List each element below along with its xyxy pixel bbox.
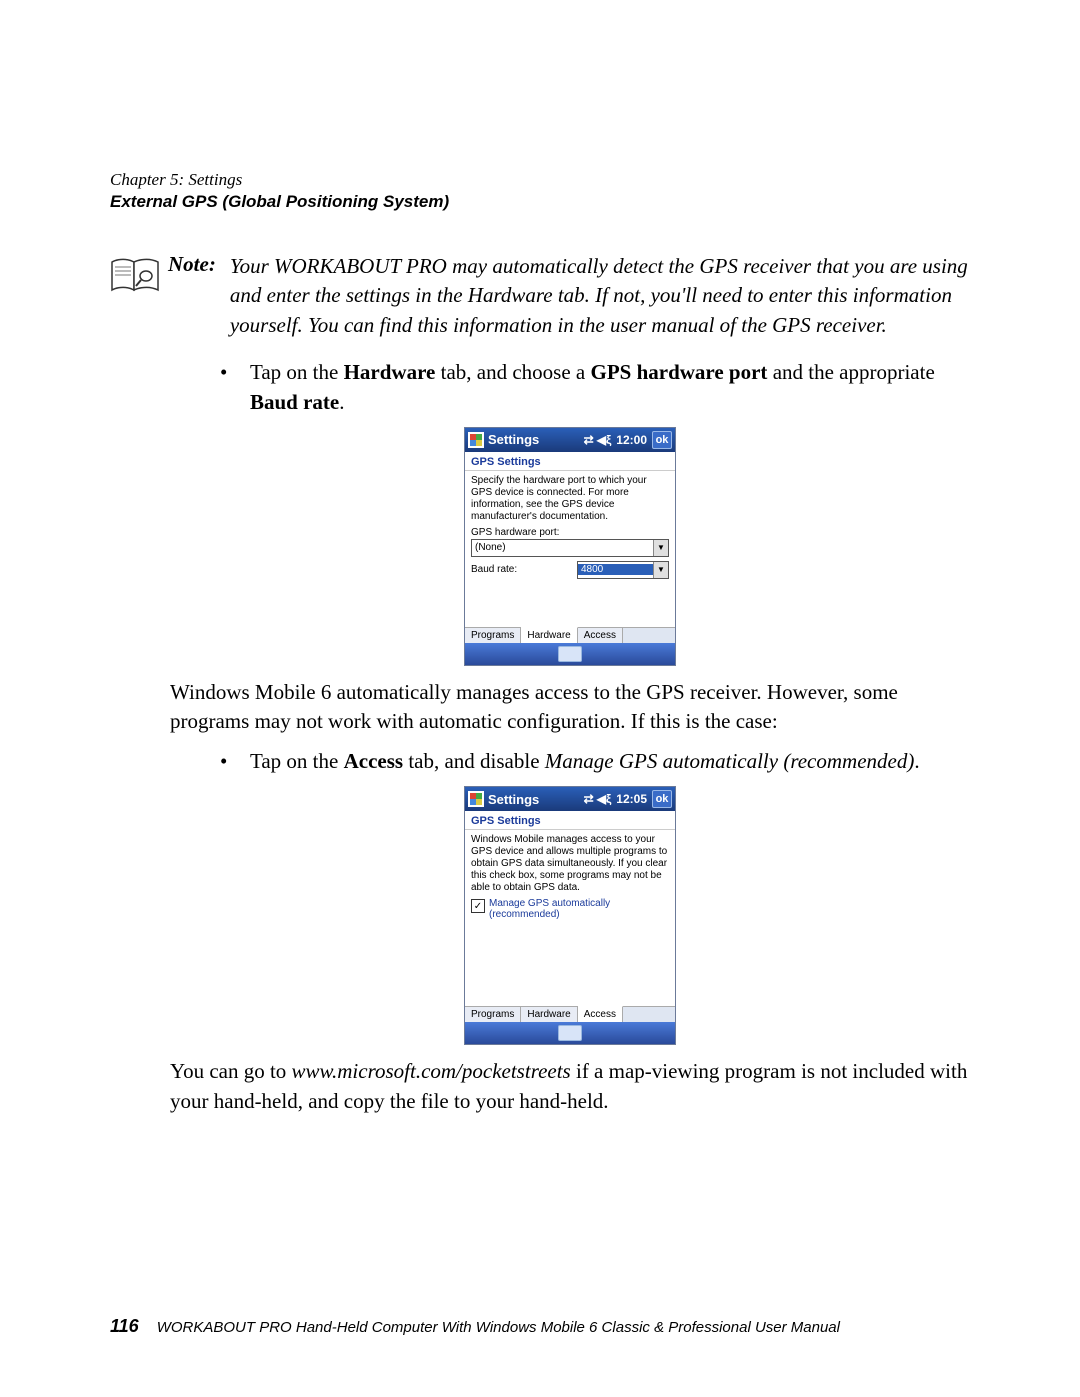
chevron-down-icon: ▼ xyxy=(653,562,668,578)
description-text: Specify the hardware port to which your … xyxy=(471,475,669,523)
window-title: Settings xyxy=(488,432,584,447)
baud-dropdown[interactable]: 4800 ▼ xyxy=(577,561,669,579)
section-header: External GPS (Global Positioning System) xyxy=(110,192,970,212)
chevron-down-icon: ▼ xyxy=(653,540,668,556)
volume-icon[interactable]: ◀ξ xyxy=(597,433,612,447)
tab-programs[interactable]: Programs xyxy=(465,628,521,643)
body-paragraph: Windows Mobile 6 automatically manages a… xyxy=(170,678,970,737)
panel-title: GPS Settings xyxy=(465,452,675,471)
volume-icon[interactable]: ◀ξ xyxy=(597,792,612,806)
connectivity-icon[interactable]: ⇄ xyxy=(584,433,594,447)
port-dropdown[interactable]: (None) ▼ xyxy=(471,539,669,557)
body-paragraph: You can go to www.microsoft.com/pocketst… xyxy=(170,1057,970,1116)
start-icon[interactable] xyxy=(468,791,484,807)
footer-title: WORKABOUT PRO Hand-Held Computer With Wi… xyxy=(157,1319,840,1336)
tab-access[interactable]: Access xyxy=(578,628,623,643)
ok-button[interactable]: ok xyxy=(652,431,672,449)
baud-label: Baud rate: xyxy=(471,564,569,575)
tab-access[interactable]: Access xyxy=(578,1006,623,1022)
clock[interactable]: 12:00 xyxy=(616,433,647,447)
page-footer: 116 WORKABOUT PRO Hand-Held Computer Wit… xyxy=(110,1316,970,1337)
port-label: GPS hardware port: xyxy=(471,527,669,538)
bullet-access: • Tap on the Access tab, and disable Man… xyxy=(170,747,970,776)
tab-programs[interactable]: Programs xyxy=(465,1007,521,1022)
checkbox-label: Manage GPS automatically (recommended) xyxy=(489,898,669,920)
book-icon xyxy=(110,256,160,294)
note-block: Note: Your WORKABOUT PRO may automatical… xyxy=(110,252,970,340)
window-title: Settings xyxy=(488,792,584,807)
manage-gps-checkbox[interactable]: ✓ xyxy=(471,899,485,913)
panel-title: GPS Settings xyxy=(465,811,675,830)
start-icon[interactable] xyxy=(468,432,484,448)
bullet-hardware: • Tap on the Hardware tab, and choose a … xyxy=(170,358,970,417)
tab-hardware[interactable]: Hardware xyxy=(521,627,577,643)
tab-bar: Programs Hardware Access xyxy=(465,1006,675,1022)
clock[interactable]: 12:05 xyxy=(616,792,647,806)
note-text: Your WORKABOUT PRO may automatically det… xyxy=(230,252,970,340)
note-label: Note: xyxy=(168,252,230,277)
sip-keyboard-icon[interactable] xyxy=(558,1025,582,1041)
description-text: Windows Mobile manages access to your GP… xyxy=(471,834,669,894)
sip-keyboard-icon[interactable] xyxy=(558,646,582,662)
ok-button[interactable]: ok xyxy=(652,790,672,808)
page-number: 116 xyxy=(110,1316,157,1337)
tab-bar: Programs Hardware Access xyxy=(465,627,675,643)
connectivity-icon[interactable]: ⇄ xyxy=(584,792,594,806)
chapter-header: Chapter 5: Settings xyxy=(110,170,970,190)
tab-hardware[interactable]: Hardware xyxy=(521,1007,577,1022)
screenshot-hardware-tab: Settings ⇄ ◀ξ 12:00 ok GPS Settings Spec… xyxy=(464,427,676,666)
screenshot-access-tab: Settings ⇄ ◀ξ 12:05 ok GPS Settings Wind… xyxy=(464,786,676,1045)
